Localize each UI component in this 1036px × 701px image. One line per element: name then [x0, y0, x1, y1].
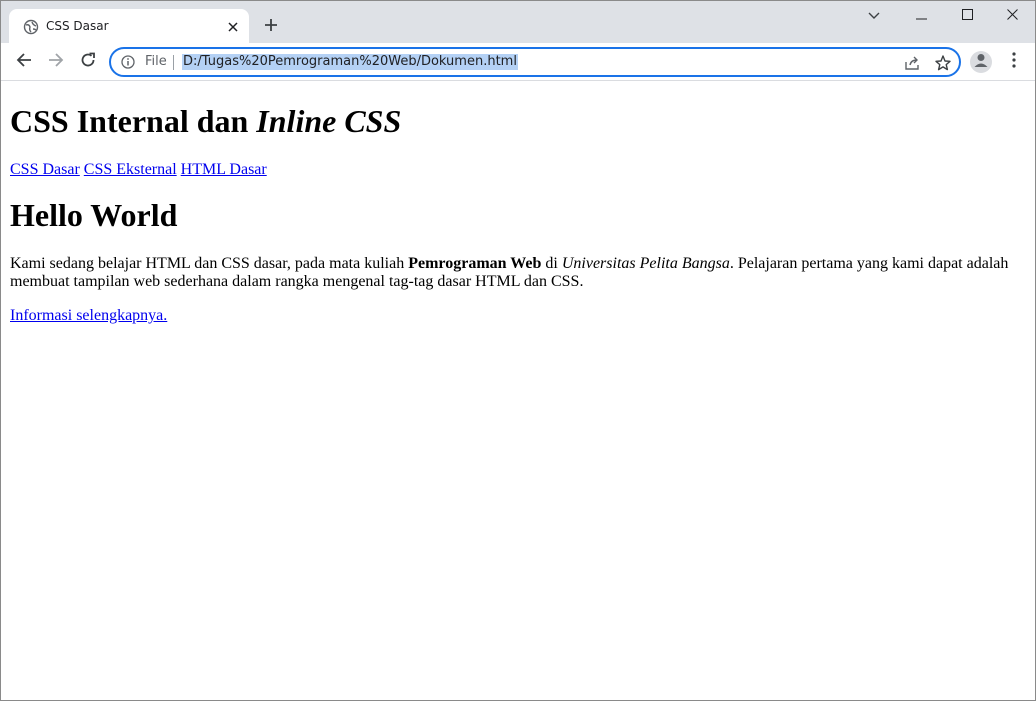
intro-paragraph: Kami sedang belajar HTML dan CSS dasar, …	[10, 255, 1020, 291]
tab-strip: CSS Dasar	[1, 1, 1035, 43]
page-heading: CSS Internal dan Inline CSS	[10, 103, 1026, 140]
close-icon[interactable]	[225, 19, 241, 35]
profile-button[interactable]	[970, 51, 992, 73]
hello-heading: Hello World	[10, 197, 178, 233]
plus-icon	[264, 18, 278, 37]
page-nav: CSS Dasar CSS Eksternal HTML Dasar	[10, 161, 1026, 179]
forward-button[interactable]	[44, 50, 68, 74]
new-tab-button[interactable]	[259, 15, 283, 39]
heading-italic-text: Inline CSS	[256, 103, 402, 139]
more-info-link[interactable]: Informasi selengkapnya.	[10, 307, 167, 324]
paragraph-bold: Pemrograman Web	[408, 255, 542, 272]
arrow-right-icon	[48, 52, 64, 73]
url-text[interactable]: D:/Tugas%20Pemrograman%20Web/Dokumen.htm…	[182, 54, 518, 70]
arrow-left-icon	[16, 52, 32, 73]
link-css-dasar[interactable]: CSS Dasar	[10, 161, 80, 178]
toolbar: File D:/Tugas%20Pemrograman%20Web/Dokume…	[1, 43, 1035, 81]
avatar-icon	[970, 51, 992, 73]
chevron-down-icon	[868, 7, 880, 25]
paragraph-text-2: di	[541, 255, 562, 272]
more-info-paragraph: Informasi selengkapnya.	[10, 307, 1026, 325]
reload-icon	[80, 52, 96, 73]
minimize-button[interactable]	[898, 1, 944, 31]
paragraph-italic: Universitas Pelita Bangsa	[561, 255, 730, 272]
scheme-label: File	[145, 54, 167, 69]
tab-title: CSS Dasar	[46, 19, 109, 33]
paragraph-text-1: Kami sedang belajar HTML dan CSS dasar, …	[10, 255, 409, 272]
globe-icon	[23, 19, 39, 35]
share-icon[interactable]	[903, 54, 921, 72]
menu-button[interactable]	[1004, 51, 1024, 73]
maximize-icon	[961, 7, 973, 25]
heading-normal-text: CSS Internal dan	[10, 103, 257, 139]
reload-button[interactable]	[76, 50, 100, 74]
back-button[interactable]	[12, 50, 36, 74]
link-css-eksternal[interactable]: CSS Eksternal	[84, 161, 177, 178]
maximize-button[interactable]	[944, 1, 990, 31]
tab-css-dasar[interactable]: CSS Dasar	[9, 9, 249, 43]
tab-search-button[interactable]	[851, 1, 897, 31]
window-close-button[interactable]	[989, 1, 1035, 31]
minimize-icon	[915, 7, 927, 25]
page-content: CSS Internal dan Inline CSS CSS Dasar CS…	[1, 82, 1035, 700]
bookmark-star-icon[interactable]	[934, 54, 952, 72]
link-html-dasar[interactable]: HTML Dasar	[181, 161, 267, 178]
info-icon[interactable]	[121, 55, 135, 69]
address-separator	[173, 55, 174, 70]
address-bar[interactable]: File D:/Tugas%20Pemrograman%20Web/Dokume…	[109, 47, 961, 77]
close-icon	[1006, 7, 1018, 25]
kebab-menu-icon	[1012, 51, 1016, 73]
browser-window: CSS Dasar File D:/Tugas%20Pemrograman%20…	[0, 0, 1036, 701]
